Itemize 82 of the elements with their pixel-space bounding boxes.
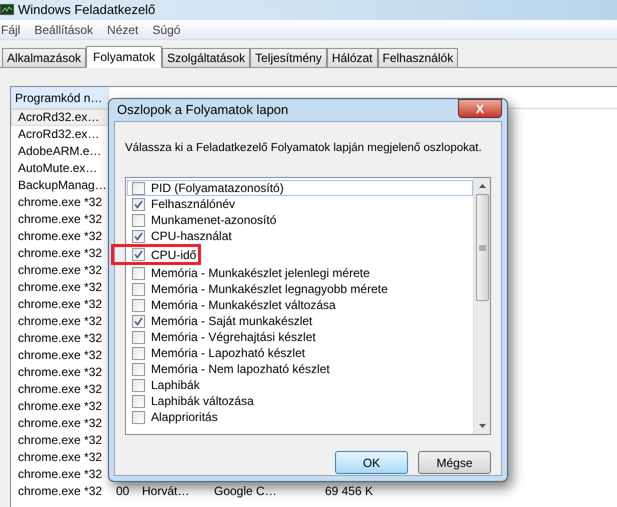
- table-cell[interactable]: chrome.exe *32: [11, 228, 109, 245]
- checkbox[interactable]: [132, 230, 145, 242]
- table-cell[interactable]: chrome.exe *32: [11, 194, 109, 211]
- tab[interactable]: Alkalmazások: [2, 48, 86, 67]
- column-option[interactable]: Memória - Saját munkakészlet: [151, 312, 312, 330]
- checkbox[interactable]: [132, 266, 145, 280]
- table-cell[interactable]: BackupManag…: [11, 177, 109, 194]
- table-cell[interactable]: chrome.exe *32: [11, 449, 109, 466]
- column-option[interactable]: Memória - Végrehajtási készlet: [151, 328, 316, 346]
- checkbox[interactable]: [132, 214, 145, 226]
- window-title: Windows Feladatkezelő: [18, 1, 156, 20]
- checkbox[interactable]: [132, 378, 145, 392]
- checkbox[interactable]: [132, 410, 145, 424]
- table-cell[interactable]: AcroRd32.ex…: [11, 109, 109, 126]
- ok-button[interactable]: OK: [335, 451, 408, 474]
- table-cell[interactable]: chrome.exe *32: [11, 398, 109, 415]
- table-cell[interactable]: chrome.exe *32: [11, 415, 109, 432]
- dialog-prompt: Válassza ki a Feladatkezelő Folyamatok lapján megjelenő oszlopokat.: [125, 141, 482, 156]
- checkbox[interactable]: [132, 330, 145, 344]
- table-cell-text: Google C…: [213, 483, 278, 500]
- checkbox[interactable]: [132, 248, 145, 261]
- table-cell[interactable]: AdobeARM.e…: [11, 143, 109, 160]
- column-option[interactable]: Memória - Munkakészlet változása: [151, 296, 336, 314]
- table-cell[interactable]: chrome.exe *32: [11, 262, 109, 279]
- tab[interactable]: Szolgáltatások: [162, 48, 250, 67]
- cancel-button[interactable]: Mégse: [418, 451, 491, 474]
- monitor-icon: [0, 4, 14, 16]
- table-cell[interactable]: chrome.exe *32: [11, 364, 109, 381]
- checkmark-icon: [134, 232, 143, 240]
- checkbox[interactable]: [132, 298, 145, 312]
- dialog-title: Oszlopok a Folyamatok lapon: [117, 101, 288, 120]
- column-option[interactable]: Laphibák: [151, 376, 200, 394]
- table-cell-text: 69 456 K: [324, 483, 374, 500]
- column-option[interactable]: Laphibák változása: [151, 392, 254, 410]
- table-cell[interactable]: chrome.exe *32: [11, 279, 109, 296]
- column-option[interactable]: Alapprioritás: [151, 408, 218, 426]
- table-cell-text: Horvát…: [141, 483, 190, 500]
- column-option[interactable]: CPU-használat: [151, 227, 232, 245]
- column-option[interactable]: Memória - Lapozható készlet: [151, 344, 306, 362]
- table-cell[interactable]: chrome.exe *32: [11, 466, 109, 483]
- scrollbar[interactable]: [473, 178, 490, 434]
- tab[interactable]: Hálózat: [326, 48, 378, 67]
- menu-item[interactable]: Súgó: [152, 20, 180, 38]
- table-cell[interactable]: chrome.exe *32: [11, 432, 109, 449]
- tab[interactable]: Teljesítmény: [250, 48, 327, 67]
- menu-item[interactable]: Nézet: [107, 20, 138, 38]
- checkbox[interactable]: [132, 362, 145, 376]
- checkbox[interactable]: [132, 314, 145, 328]
- tab[interactable]: Felhasználók: [378, 48, 458, 67]
- column-option[interactable]: CPU-idő: [151, 246, 196, 264]
- checkbox[interactable]: [132, 282, 145, 296]
- table-cell[interactable]: chrome.exe *32: [11, 347, 109, 364]
- checkbox[interactable]: [132, 198, 145, 210]
- table-cell[interactable]: chrome.exe *32: [11, 211, 109, 228]
- up-arrow-icon: [478, 184, 486, 188]
- checkmark-icon: [134, 200, 143, 208]
- column-option[interactable]: Memória - Munkakészlet legnagyobb mérete: [151, 280, 388, 298]
- table-cell[interactable]: AcroRd32.ex…: [11, 126, 109, 143]
- table-cell[interactable]: chrome.exe *32: [11, 296, 109, 313]
- checkbox[interactable]: [132, 394, 145, 408]
- column-option[interactable]: Memória - Munkakészlet jelenlegi mérete: [151, 264, 370, 282]
- table-cell[interactable]: chrome.exe *32: [11, 381, 109, 398]
- menu-item[interactable]: Fájl: [1, 20, 20, 38]
- checkbox[interactable]: [132, 182, 145, 194]
- table-cell[interactable]: chrome.exe *32: [11, 330, 109, 347]
- table-cell[interactable]: chrome.exe *32: [11, 483, 109, 500]
- checkmark-icon: [134, 250, 143, 259]
- down-arrow-icon: [478, 424, 486, 428]
- column-header[interactable]: Programkód n…: [11, 87, 109, 108]
- column-option[interactable]: Munkamenet-azonosító: [151, 211, 276, 229]
- tab[interactable]: Folyamatok: [86, 46, 162, 68]
- checkmark-icon: [134, 316, 143, 326]
- column-option[interactable]: Memória - Nem lapozható készlet: [151, 360, 330, 378]
- table-cell[interactable]: chrome.exe *32: [11, 245, 109, 262]
- column-option[interactable]: Felhasználónév: [151, 195, 236, 213]
- menu-item[interactable]: Beállítások: [34, 20, 94, 38]
- table-cell[interactable]: AutoMute.ex…: [11, 160, 109, 177]
- table-cell[interactable]: chrome.exe *32: [11, 313, 109, 330]
- grip-icon: [478, 244, 486, 250]
- checkbox[interactable]: [132, 346, 145, 360]
- scroll-thumb[interactable]: [476, 194, 488, 301]
- table-cell-text: 00: [115, 483, 130, 500]
